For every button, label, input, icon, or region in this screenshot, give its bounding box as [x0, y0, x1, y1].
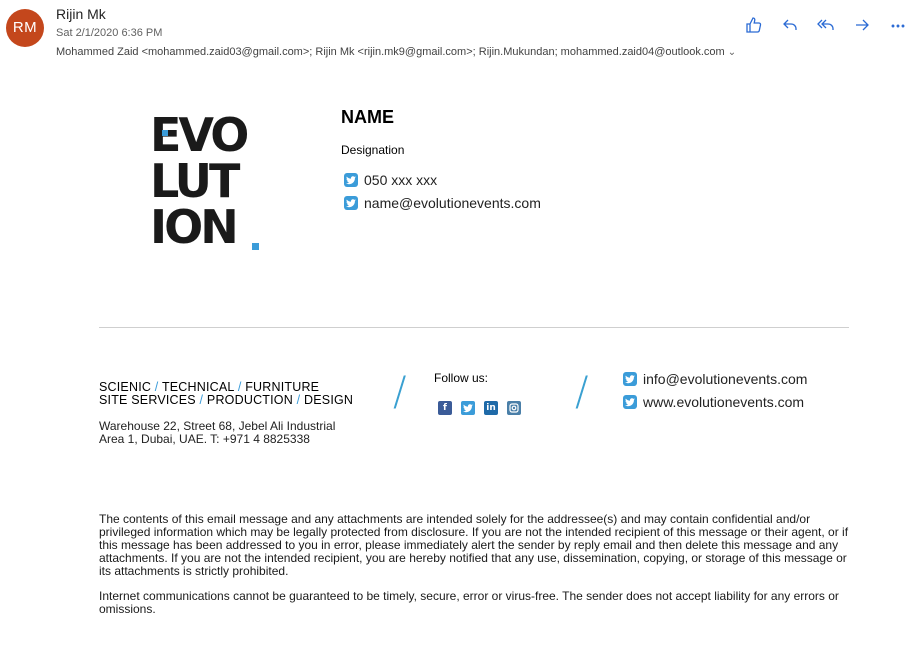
- email-row: name@evolutionevents.com: [344, 195, 541, 211]
- facebook-icon[interactable]: f: [438, 401, 452, 415]
- more-icon[interactable]: [880, 14, 912, 36]
- service-item: TECHNICAL: [161, 380, 235, 394]
- section-divider-slash: /: [575, 369, 589, 415]
- service-item: FURNITURE: [245, 380, 320, 394]
- twitter-icon: [623, 395, 637, 409]
- company-email-row: info@evolutionevents.com: [623, 371, 807, 387]
- instagram-icon[interactable]: [507, 401, 521, 415]
- phone-number[interactable]: 050 xxx xxx: [364, 172, 437, 188]
- reply-all-icon[interactable]: [808, 14, 844, 36]
- website-row: www.evolutionevents.com: [623, 394, 804, 410]
- services-list: SCIENIC / TECHNICAL / FURNITURE SITE SER…: [99, 381, 353, 407]
- sender-name[interactable]: Rijin Mk: [56, 6, 106, 22]
- company-address: Warehouse 22, Street 68, Jebel Ali Indus…: [99, 420, 335, 446]
- company-email[interactable]: info@evolutionevents.com: [643, 371, 807, 387]
- services-separator: /: [296, 393, 301, 407]
- social-links: f in: [438, 401, 521, 415]
- avatar[interactable]: RM: [6, 9, 44, 47]
- services-separator: /: [199, 393, 204, 407]
- signature-designation: Designation: [341, 143, 405, 157]
- service-item: PRODUCTION: [206, 393, 293, 407]
- email-disclaimer: The contents of this email message and a…: [99, 513, 859, 628]
- signature-name: NAME: [341, 107, 394, 127]
- disclaimer-paragraph: The contents of this email message and a…: [99, 512, 849, 578]
- evolution-logo: EVO LUT ION: [150, 112, 262, 254]
- disclaimer-paragraph: Internet communications cannot be guaran…: [99, 589, 839, 616]
- recipients-line[interactable]: Mohammed Zaid <mohammed.zaid03@gmail.com…: [56, 46, 736, 58]
- website-link[interactable]: www.evolutionevents.com: [643, 394, 804, 410]
- twitter-icon: [623, 372, 637, 386]
- service-item: SITE SERVICES: [99, 393, 196, 407]
- logo-accent-square-bottom: [252, 243, 259, 250]
- service-item: DESIGN: [304, 393, 354, 407]
- linkedin-icon[interactable]: in: [484, 401, 498, 415]
- logo-accent-square-top: [162, 130, 168, 136]
- sent-date: Sat 2/1/2020 6:36 PM: [56, 27, 163, 39]
- services-separator: /: [237, 380, 242, 394]
- signature-divider: [99, 327, 849, 328]
- service-item: SCIENIC: [99, 380, 152, 394]
- address-line-2: Area 1, Dubai, UAE. T: +971 4 8825338: [99, 432, 310, 446]
- logo-line-3: ION: [150, 200, 239, 254]
- twitter-icon[interactable]: [461, 401, 475, 415]
- expand-recipients-icon[interactable]: ⌄: [728, 47, 736, 58]
- section-divider-slash: /: [393, 369, 407, 415]
- message-actions: [736, 14, 912, 36]
- recipients-text: Mohammed Zaid <mohammed.zaid03@gmail.com…: [56, 46, 725, 58]
- twitter-icon: [344, 196, 358, 210]
- follow-us-label: Follow us:: [434, 371, 489, 385]
- services-separator: /: [154, 380, 159, 394]
- twitter-icon: [344, 173, 358, 187]
- logo-line-2: LUT: [150, 154, 240, 208]
- forward-icon[interactable]: [844, 14, 880, 36]
- reply-icon[interactable]: [772, 14, 808, 36]
- email-address[interactable]: name@evolutionevents.com: [364, 195, 541, 211]
- services-line-2: SITE SERVICES / PRODUCTION / DESIGN: [99, 394, 353, 407]
- like-icon[interactable]: [736, 14, 772, 36]
- phone-row: 050 xxx xxx: [344, 172, 437, 188]
